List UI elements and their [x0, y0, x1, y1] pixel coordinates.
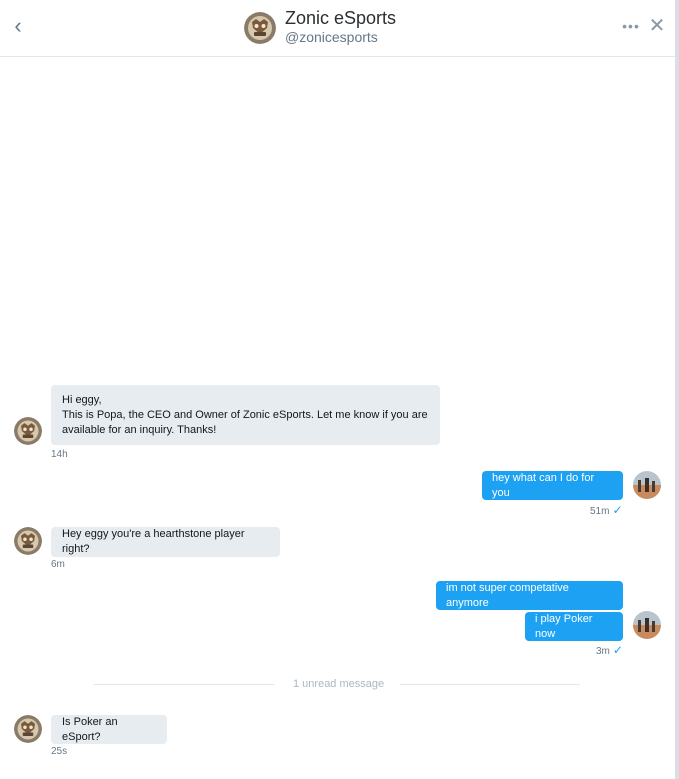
avatar[interactable] [244, 12, 276, 44]
message-bubble[interactable]: i play Poker now [525, 612, 623, 641]
avatar[interactable] [14, 417, 42, 445]
message-text: hey what can I do for you [492, 471, 595, 499]
message-text: available for an inquiry. Thanks! [62, 424, 217, 436]
message-time: 3m [596, 646, 610, 657]
message-text: Hi eggy, [62, 394, 102, 406]
message-timestamp: 3m ✓ [596, 644, 623, 658]
avatar[interactable] [633, 471, 661, 499]
message-bubble[interactable]: Is Poker an eSport? [51, 715, 167, 744]
message-bubble[interactable]: im not super competative anymore [436, 581, 623, 610]
message-timestamp: 51m ✓ [590, 504, 623, 518]
message-timestamp: 25s [51, 746, 68, 757]
dm-conversation-window: ‹ Zonic eSports @zonicesports ••• ✕ Hi e… [0, 0, 679, 779]
message-bubble[interactable]: hey what can I do for you [482, 471, 623, 500]
message-bubble[interactable]: Hey eggy you're a hearthstone player rig… [51, 527, 280, 557]
message-timestamp: 14h [51, 449, 68, 460]
divider [400, 684, 580, 685]
message-timestamp: 6m [51, 559, 65, 570]
message-text: Is Poker an eSport? [62, 715, 118, 743]
avatar[interactable] [14, 715, 42, 743]
message-text: i play Poker now [535, 612, 593, 640]
checkmark-icon: ✓ [612, 503, 623, 517]
message-text: im not super competative anymore [446, 581, 569, 609]
more-dots-icon[interactable]: ••• [620, 16, 642, 36]
unread-divider-label: 1 unread message [293, 678, 385, 690]
conversation-name[interactable]: Zonic eSports [285, 7, 396, 29]
message-text: This is Popa, the CEO and Owner of Zonic… [62, 409, 428, 421]
divider [94, 684, 274, 685]
avatar[interactable] [14, 527, 42, 555]
conversation-header: ‹ Zonic eSports @zonicesports ••• ✕ [0, 0, 675, 57]
close-icon[interactable]: ✕ [648, 15, 666, 37]
message-bubble[interactable]: Hi eggy, This is Popa, the CEO and Owner… [51, 385, 440, 445]
message-time: 51m [590, 506, 610, 517]
scrollbar[interactable] [675, 0, 679, 779]
checkmark-icon: ✓ [612, 643, 623, 657]
chevron-left-icon[interactable]: ‹ [8, 14, 28, 38]
avatar[interactable] [633, 611, 661, 639]
message-text: Hey eggy you're a hearthstone player rig… [62, 528, 245, 555]
conversation-handle: @zonicesports [285, 29, 378, 45]
